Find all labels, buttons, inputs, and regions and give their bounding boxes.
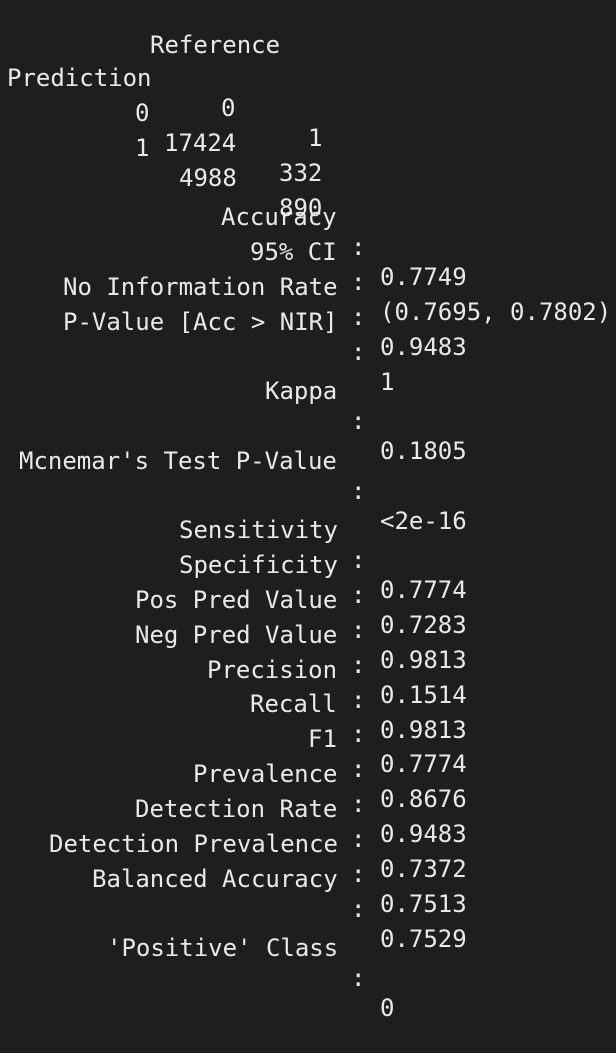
stat-ci: 95% CI : (0.7695, 0.7802) bbox=[7, 207, 611, 326]
stat-label: Detection Prevalence bbox=[49, 830, 338, 858]
stat-prevalence: Prevalence : 0.9483 bbox=[7, 729, 467, 848]
column-header-0: 0 bbox=[221, 94, 236, 122]
stat-value: 0.9483 bbox=[380, 820, 467, 848]
stat-label: Pos Pred Value bbox=[135, 586, 338, 614]
reference-label: Reference bbox=[150, 31, 281, 59]
stat-value: <2e-16 bbox=[380, 507, 467, 535]
stat-label: Specificity bbox=[179, 551, 338, 579]
separator: : bbox=[351, 860, 366, 888]
stat-value: 0.9483 bbox=[380, 333, 467, 361]
stat-value: 1 bbox=[380, 368, 395, 396]
stat-value: 0.1805 bbox=[380, 437, 467, 465]
stat-detection-rate: Detection Rate : 0.7372 bbox=[7, 764, 467, 883]
stat-label: 95% CI bbox=[250, 238, 337, 266]
stat-label: F1 bbox=[308, 725, 337, 753]
separator: : bbox=[351, 964, 366, 992]
separator: : bbox=[351, 338, 366, 366]
stat-label: No Information Rate bbox=[63, 273, 338, 301]
stat-value: 0.7513 bbox=[380, 890, 467, 918]
separator: : bbox=[351, 303, 366, 331]
stat-label: Sensitivity bbox=[179, 516, 338, 544]
separator: : bbox=[351, 895, 366, 923]
reference-header-line: Reference bbox=[7, 0, 280, 59]
cell-0-0: 17424 bbox=[164, 129, 237, 157]
stat-label: Prevalence bbox=[193, 760, 338, 788]
separator: : bbox=[351, 755, 366, 783]
prediction-header-line: Prediction 0 1 bbox=[7, 33, 322, 152]
stat-pvalue: P-Value [Acc > NIR] : 1 bbox=[7, 277, 394, 396]
stat-value: (0.7695, 0.7802) bbox=[380, 298, 612, 326]
stat-nir: No Information Rate : 0.9483 bbox=[7, 242, 467, 361]
stat-value: 0.7774 bbox=[380, 750, 467, 778]
stat-value: 0.7749 bbox=[380, 263, 467, 291]
separator: : bbox=[351, 268, 366, 296]
stat-label: 'Positive' Class bbox=[107, 934, 339, 962]
separator: : bbox=[351, 407, 366, 435]
separator: : bbox=[351, 477, 366, 505]
stat-value: 0.8676 bbox=[380, 785, 467, 813]
stat-recall: Recall : 0.7774 bbox=[7, 659, 467, 778]
stat-npv: Neg Pred Value : 0.1514 bbox=[7, 590, 467, 709]
stat-value: 0.7774 bbox=[380, 576, 467, 604]
stat-value: 0.7529 bbox=[380, 925, 467, 953]
separator: : bbox=[351, 616, 366, 644]
stat-label: Recall bbox=[250, 690, 337, 718]
stat-detection-prevalence: Detection Prevalence : 0.7513 bbox=[7, 799, 467, 918]
stat-label: P-Value [Acc > NIR] bbox=[63, 308, 338, 336]
separator: : bbox=[351, 581, 366, 609]
stat-label: Mcnemar's Test P-Value bbox=[19, 447, 337, 475]
separator: : bbox=[351, 825, 366, 853]
stat-value: 0.7372 bbox=[380, 855, 467, 883]
stat-label: Accuracy bbox=[221, 203, 337, 231]
separator: : bbox=[351, 790, 366, 818]
stat-mcnemar: Mcnemar's Test P-Value : <2e-16 bbox=[7, 416, 467, 535]
stat-kappa: Kappa : 0.1805 bbox=[7, 346, 467, 465]
stat-ppv: Pos Pred Value : 0.9813 bbox=[7, 555, 467, 674]
stat-balanced-accuracy: Balanced Accuracy : 0.7529 bbox=[7, 834, 467, 953]
stat-positive-class: 'Positive' Class : 0 bbox=[7, 903, 394, 1022]
column-header-1: 1 bbox=[308, 124, 323, 152]
stat-label: Detection Rate bbox=[135, 795, 338, 823]
stat-sensitivity: Sensitivity : 0.7774 bbox=[7, 485, 467, 604]
stat-accuracy: Accuracy : 0.7749 bbox=[7, 172, 467, 291]
stat-value: 0.1514 bbox=[380, 681, 467, 709]
stat-value: 0 bbox=[380, 994, 395, 1022]
cell-1-0: 4988 bbox=[179, 164, 237, 192]
stat-specificity: Specificity : 0.7283 bbox=[7, 520, 467, 639]
separator: : bbox=[351, 546, 366, 574]
row-label-0: 0 bbox=[135, 99, 150, 127]
stat-precision: Precision : 0.9813 bbox=[7, 625, 467, 744]
separator: : bbox=[351, 651, 366, 679]
stat-label: Kappa bbox=[265, 377, 338, 405]
separator: : bbox=[351, 233, 366, 261]
cell-0-1: 332 bbox=[279, 159, 323, 187]
separator: : bbox=[351, 720, 366, 748]
row-label-1: 1 bbox=[135, 134, 150, 162]
stat-label: Precision bbox=[207, 656, 338, 684]
stat-value: 0.7283 bbox=[380, 611, 467, 639]
terminal-output: Reference Prediction 0 1 0 17424 332 1 4… bbox=[7, 0, 616, 1022]
stat-label: Neg Pred Value bbox=[135, 621, 338, 649]
matrix-row-0: 0 17424 332 bbox=[7, 68, 322, 187]
stat-label: Balanced Accuracy bbox=[92, 865, 338, 893]
stat-value: 0.9813 bbox=[380, 716, 467, 744]
matrix-row-1: 1 4988 890 bbox=[7, 103, 322, 222]
stat-f1: F1 : 0.8676 bbox=[7, 694, 467, 813]
separator: : bbox=[351, 686, 366, 714]
stat-value: 0.9813 bbox=[380, 646, 467, 674]
